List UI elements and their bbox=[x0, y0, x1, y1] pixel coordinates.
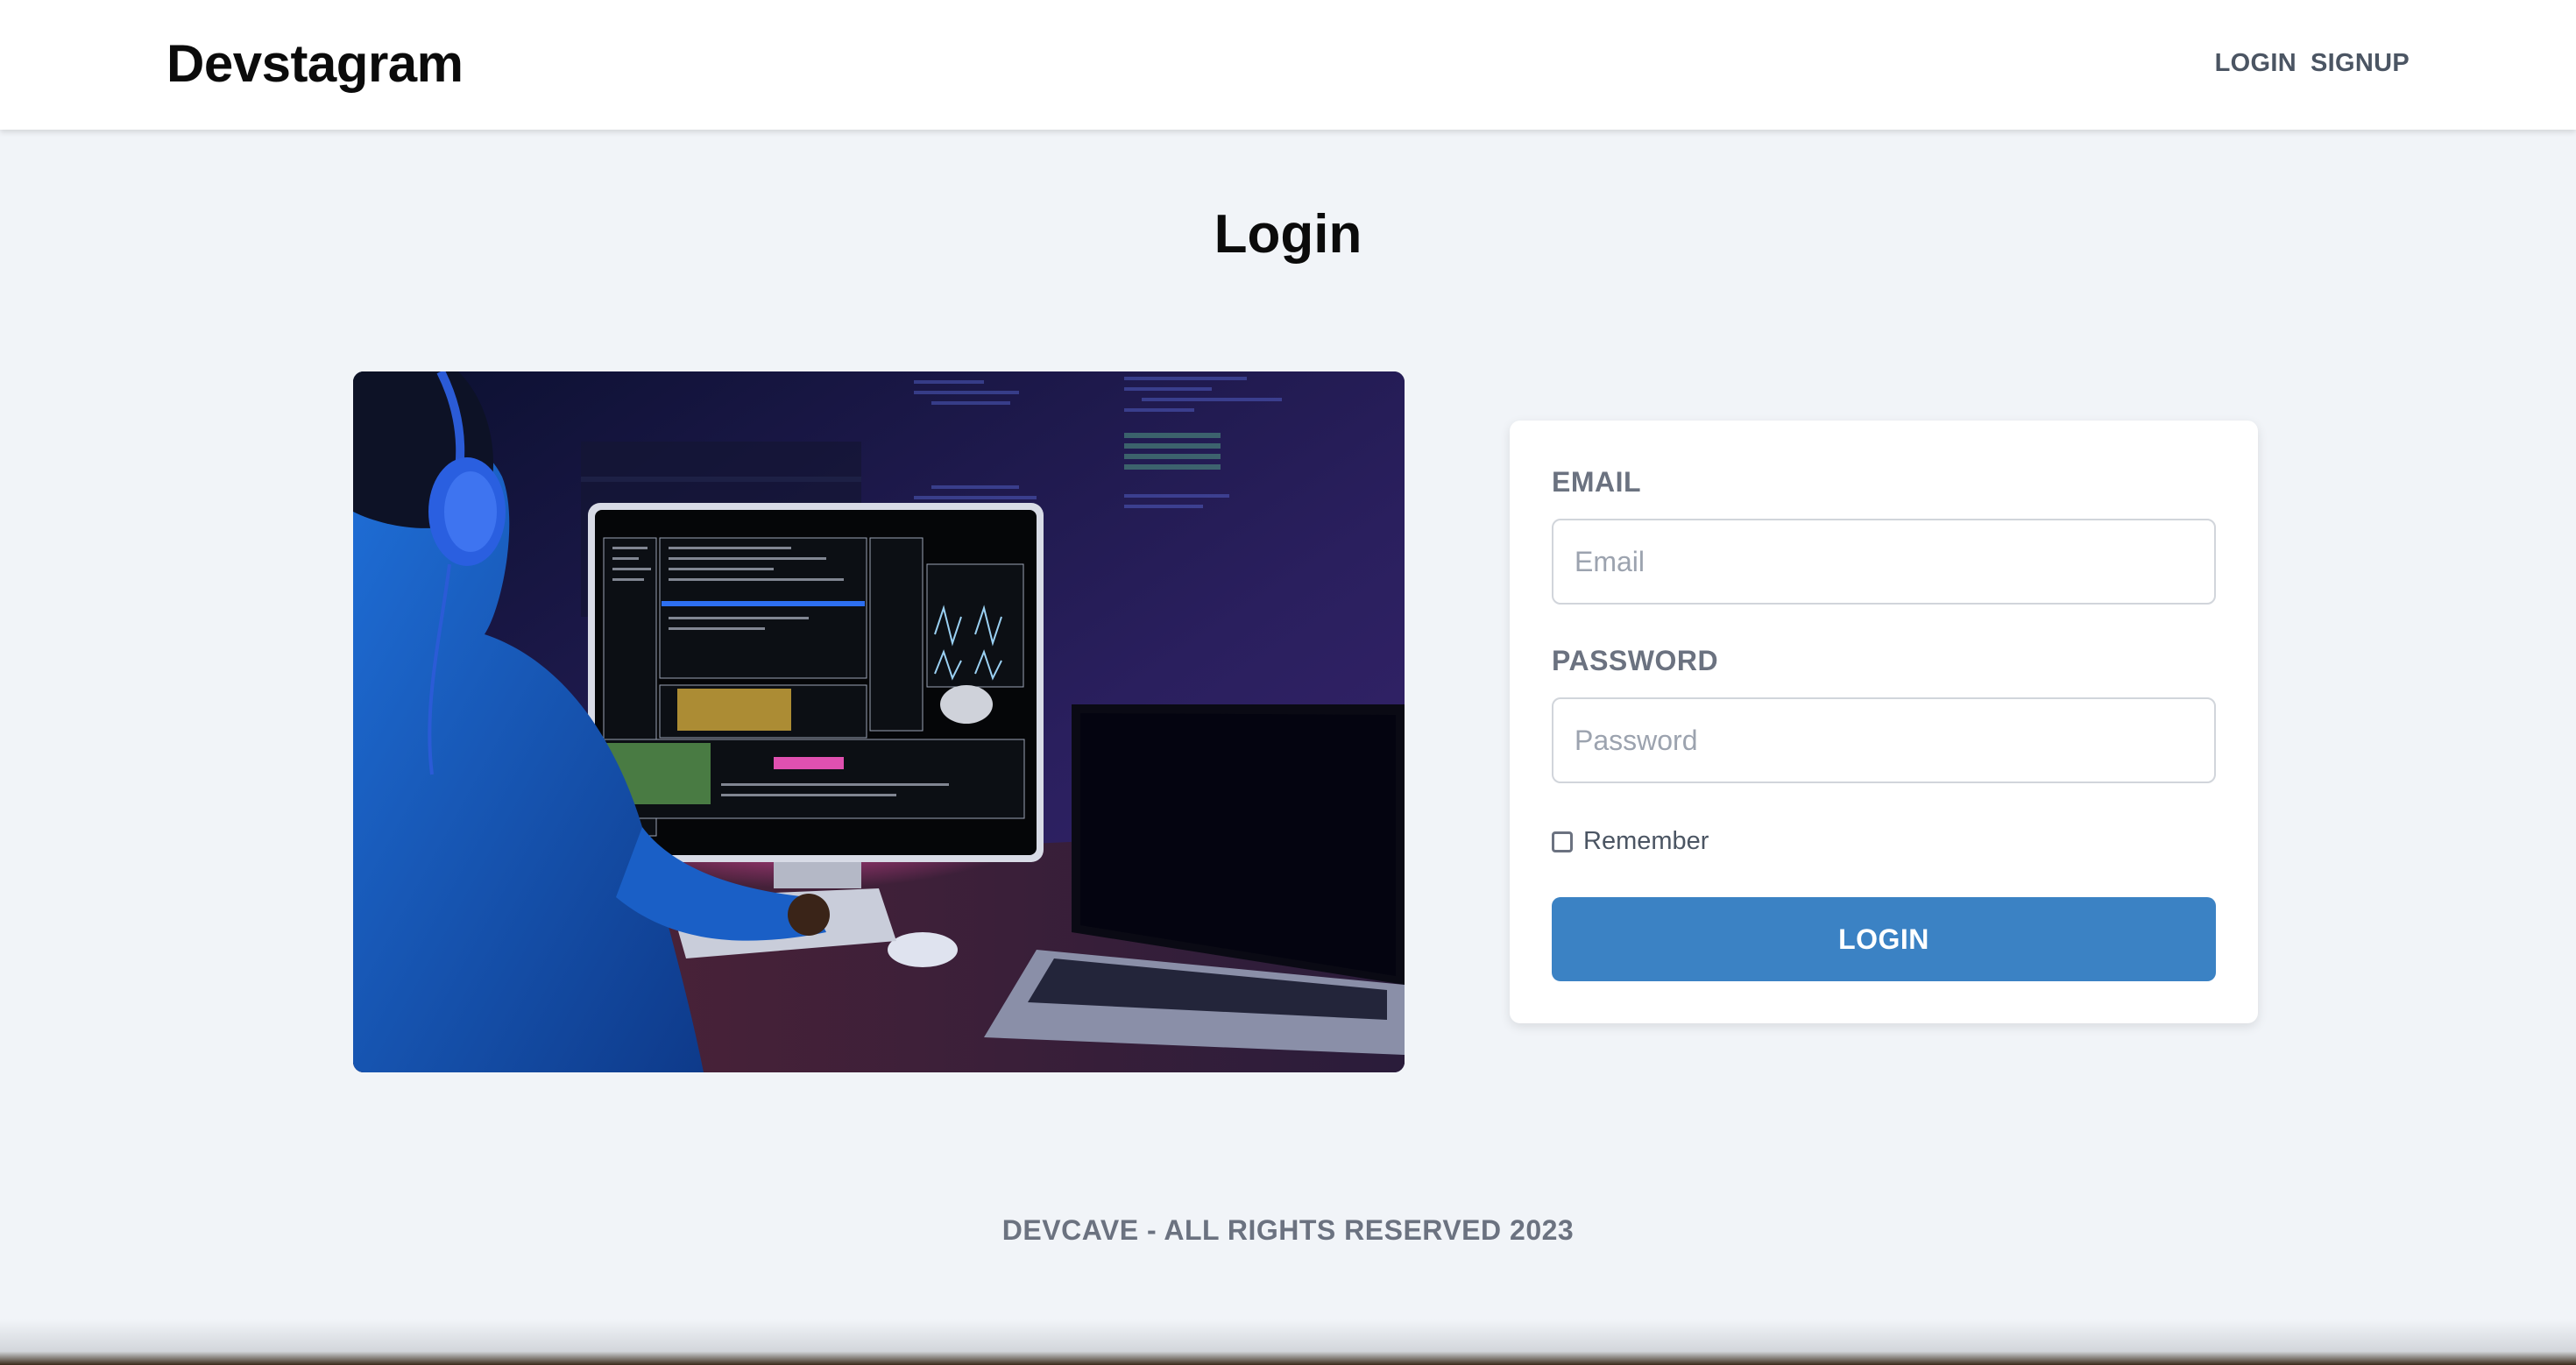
remember-label[interactable]: Remember bbox=[1583, 827, 1709, 856]
email-label: EMAIL bbox=[1552, 466, 1642, 498]
login-card: EMAIL PASSWORD Remember LOGIN bbox=[1510, 421, 2258, 1023]
header-nav: LOGIN SIGNUP bbox=[2215, 49, 2410, 78]
brand-logo[interactable]: Devstagram bbox=[166, 33, 464, 94]
email-input[interactable] bbox=[1552, 519, 2216, 605]
site-header: Devstagram LOGIN SIGNUP bbox=[0, 0, 2576, 130]
password-input[interactable] bbox=[1552, 697, 2216, 783]
remember-checkbox[interactable] bbox=[1552, 831, 1573, 852]
nav-login-link[interactable]: LOGIN bbox=[2215, 49, 2296, 78]
remember-row[interactable]: Remember bbox=[1552, 827, 1709, 856]
hero-image bbox=[353, 371, 1405, 1072]
nav-signup-link[interactable]: SIGNUP bbox=[2311, 49, 2410, 78]
footer-text: DEVCAVE - ALL RIGHTS RESERVED 2023 bbox=[1001, 1214, 1575, 1246]
login-button[interactable]: LOGIN bbox=[1552, 897, 2216, 981]
window-bottom-edge bbox=[0, 1319, 2576, 1365]
developer-at-computer-illustration bbox=[353, 371, 1405, 1072]
page-title: Login bbox=[1214, 204, 1362, 265]
password-label: PASSWORD bbox=[1552, 645, 1719, 676]
